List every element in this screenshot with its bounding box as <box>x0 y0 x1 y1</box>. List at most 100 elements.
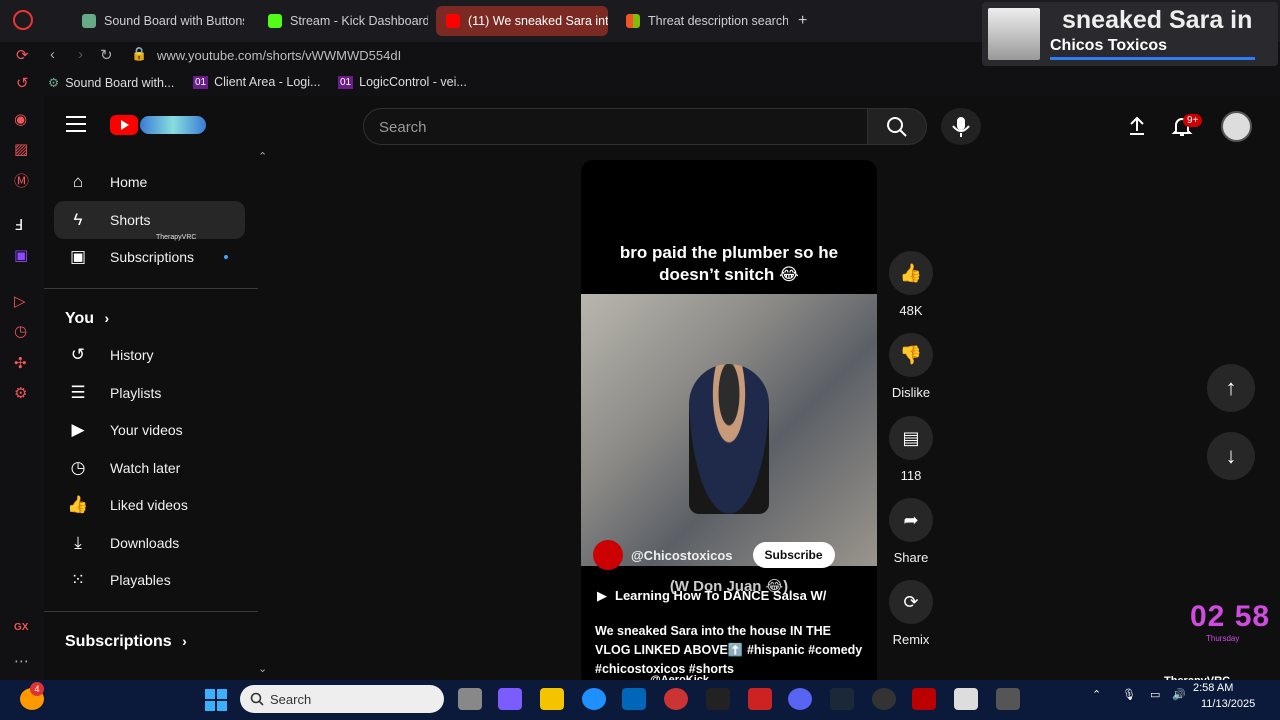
search-icon <box>887 117 907 137</box>
new-tab-plus-icon[interactable]: + <box>798 12 807 30</box>
taskbar-date[interactable]: 11/13/2025 <box>1201 698 1255 710</box>
vrchat-icon[interactable] <box>954 688 978 710</box>
discord-icon[interactable] <box>788 688 812 710</box>
twitch-icon[interactable]: ▣ <box>14 246 28 264</box>
sidebar-item-downloads[interactable]: ⤓ Downloads <box>54 524 288 562</box>
extensions-icon[interactable]: ✣ <box>14 354 27 372</box>
store-icon[interactable] <box>622 688 646 710</box>
epic-games-icon[interactable] <box>706 688 730 710</box>
hamburger-menu-icon[interactable] <box>66 116 86 132</box>
scroll-down-icon[interactable]: ⌄ <box>258 662 267 675</box>
caption-line: doesn’t snitch 😂 <box>659 265 799 284</box>
vr-icon[interactable] <box>996 688 1020 710</box>
windows-start-icon[interactable] <box>204 688 228 712</box>
file-explorer-icon[interactable] <box>540 688 564 710</box>
edge-icon[interactable] <box>582 688 606 710</box>
acrobat-icon[interactable] <box>912 688 936 710</box>
arc-icon[interactable]: Ⅎ <box>14 216 23 234</box>
network-icon[interactable]: ▭ <box>1150 688 1160 701</box>
previous-short-button[interactable]: ↑ <box>1207 364 1255 412</box>
you-section-title[interactable]: You › <box>65 310 109 328</box>
gx-icon[interactable]: GX <box>14 622 28 633</box>
sidebar-item-your-videos[interactable]: ▶ Your videos <box>54 411 288 449</box>
youtube-logo[interactable] <box>110 115 138 135</box>
taskbar-search[interactable]: Search <box>240 685 444 713</box>
chevron-right-icon: › <box>104 310 110 326</box>
steam-icon[interactable] <box>830 688 854 710</box>
tab-youtube[interactable]: (11) We sneaked Sara into <box>436 6 608 36</box>
subscriptions-section-title[interactable]: Subscriptions › <box>65 633 187 651</box>
task-view-icon[interactable] <box>458 688 482 710</box>
scroll-up-icon[interactable]: ⌃ <box>258 150 267 163</box>
sidebar-item-home[interactable]: ⌂ Home <box>54 163 288 201</box>
video-frame[interactable] <box>581 294 877 566</box>
mic-icon <box>952 117 970 137</box>
like-button[interactable]: 👍 48K <box>889 251 933 318</box>
comments-button[interactable]: ▤ 118 <box>889 416 933 483</box>
sidebar-item-label: Shorts <box>110 212 151 228</box>
opera-logo-icon[interactable] <box>13 10 33 30</box>
opera-gx-icon[interactable] <box>664 688 688 710</box>
sidebar-item-label: Your videos <box>110 422 183 438</box>
aria-icon[interactable]: ◉ <box>14 110 27 128</box>
shorts-player[interactable]: bro paid the plumber so he doesn’t snitc… <box>581 160 877 680</box>
bookmark-label: LogicControl - vei... <box>359 75 467 89</box>
sidebar-item-liked-videos[interactable]: 👍 Liked videos <box>54 486 288 524</box>
sidebar-item-shorts[interactable]: ϟ Shorts <box>54 201 245 239</box>
media-channel: Chicos Toxicos <box>1050 37 1168 54</box>
search-input[interactable]: Search <box>363 108 868 145</box>
logic-badge-icon: 01 <box>193 75 209 89</box>
tab-label: (11) We sneaked Sara into <box>468 14 608 28</box>
sidebar-item-history[interactable]: ↺ History <box>54 336 288 374</box>
music-icon[interactable]: Ⓜ <box>14 170 29 191</box>
share-button[interactable]: ➦ Share <box>889 498 933 565</box>
divider <box>44 288 258 289</box>
more-icon[interactable]: ⋯ <box>14 652 29 670</box>
clock-icon[interactable]: ◷ <box>14 322 27 340</box>
overlay-clock: 02 58 <box>1190 600 1271 633</box>
suggested-video-link[interactable]: ▶ Learning How To DANCE Salsa W/ <box>597 588 826 604</box>
obs-icon[interactable] <box>872 688 896 710</box>
remix-button[interactable]: ⟳ Remix <box>889 580 933 647</box>
reload-icon[interactable]: ↻ <box>100 46 113 64</box>
history-sidebar-icon[interactable]: ↺ <box>16 74 29 92</box>
url-field[interactable]: www.youtube.com/shorts/vWWMWD554dI <box>157 48 401 63</box>
player-icon[interactable]: ▷ <box>14 292 26 310</box>
avatar[interactable] <box>1221 111 1252 142</box>
tray-chevron-icon[interactable]: ⌃ <box>1092 688 1101 701</box>
lock-icon[interactable]: 🔒 <box>131 46 147 62</box>
sync-icon[interactable]: ⟳ <box>16 46 29 64</box>
dislike-button[interactable]: 👎 Dislike <box>889 333 933 400</box>
channel-name[interactable]: @Chicostoxicos <box>631 548 733 563</box>
back-icon[interactable]: ‹ <box>50 46 55 63</box>
bookmark-client-area[interactable]: 01 Client Area - Logi... <box>193 75 320 89</box>
sidebar-item-watch-later[interactable]: ◷ Watch later <box>54 449 288 487</box>
voice-search-button[interactable] <box>941 108 981 145</box>
voicemeeter-icon[interactable] <box>748 688 772 710</box>
bookmark-logiccontrol[interactable]: 01 LogicControl - vei... <box>338 75 467 89</box>
media-overlay: sneaked Sara in Chicos Toxicos <box>982 2 1278 66</box>
tab-kick[interactable]: Stream - Kick Dashboard <box>258 6 428 36</box>
pinboard-icon[interactable]: ▨ <box>14 140 28 158</box>
sidebar-item-subscriptions[interactable]: ▣ Subscriptions <box>54 238 288 276</box>
taskbar-time[interactable]: 2:58 AM <box>1193 682 1233 694</box>
volume-icon[interactable]: 🔊 <box>1172 688 1186 701</box>
youtube-doodle[interactable] <box>140 116 206 134</box>
mic-tray-icon[interactable]: 🎙 <box>1122 688 1136 701</box>
tab-soundboard[interactable]: Sound Board with Buttons <box>72 6 244 36</box>
upload-icon[interactable] <box>1125 114 1149 138</box>
tab-threat[interactable]: Threat description search <box>616 6 788 36</box>
tab-label: Sound Board with Buttons <box>104 14 244 28</box>
copilot-icon[interactable] <box>498 688 522 710</box>
arrow-up-icon: ↑ <box>1225 375 1237 400</box>
sidebar-item-playables[interactable]: ⁙ Playables <box>54 561 288 599</box>
search-button[interactable] <box>867 108 927 145</box>
sidebar-item-playlists[interactable]: ☰ Playlists <box>54 374 288 412</box>
settings-icon[interactable]: ⚙ <box>14 384 27 402</box>
forward-icon[interactable]: › <box>78 46 83 63</box>
logic-badge-icon: 01 <box>338 75 354 89</box>
channel-avatar[interactable] <box>593 540 623 570</box>
next-short-button[interactable]: ↓ <box>1207 432 1255 480</box>
bookmark-soundboard[interactable]: ⚙ Sound Board with... <box>48 75 174 91</box>
subscribe-button[interactable]: Subscribe <box>752 542 835 568</box>
